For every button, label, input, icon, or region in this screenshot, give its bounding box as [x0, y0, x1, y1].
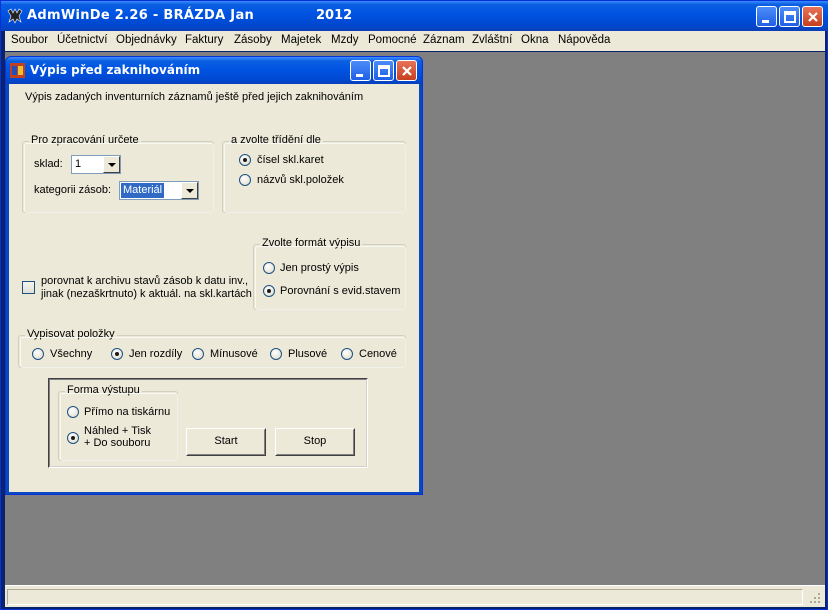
- output-option-2-line-1: Náhled + Tisk: [84, 425, 151, 437]
- menu-okna[interactable]: Okna: [521, 34, 549, 46]
- items-price-radio[interactable]: [341, 348, 353, 360]
- compare-evid-radio[interactable]: [263, 285, 275, 297]
- menu-faktury[interactable]: Faktury: [185, 34, 223, 46]
- sklad-combo[interactable]: 1: [71, 155, 121, 174]
- maximize-button[interactable]: [779, 6, 800, 27]
- menu-pomocne[interactable]: Pomocné: [368, 34, 417, 46]
- sort-by-item-name-radio[interactable]: [239, 174, 251, 186]
- compare-label-line-1: porovnat k archivu stavů zásob k datu in…: [41, 275, 249, 287]
- output-option-2-line-2: + Do souboru: [84, 437, 151, 449]
- compare-archive-checkbox[interactable]: [22, 281, 35, 294]
- start-button[interactable]: Start: [186, 428, 266, 456]
- menu-zasoby[interactable]: Zásoby: [234, 34, 272, 46]
- window-app-icon[interactable]: [10, 63, 25, 78]
- sort-group-title: a zvolte třídění dle: [229, 134, 323, 146]
- output-group-title: Forma výstupu: [65, 384, 142, 396]
- menu-zvlastni[interactable]: Zvláštní: [472, 34, 512, 46]
- stop-button[interactable]: Stop: [275, 428, 355, 456]
- output-panel: Forma výstupu Přímo na tiskárnu Náhled +…: [48, 378, 368, 468]
- dialog-client-area: Výpis zadaných inventurních záznamů ješt…: [9, 84, 419, 492]
- child-title-bar[interactable]: Výpis před zaknihováním: [6, 57, 422, 84]
- items-differences-radio[interactable]: [111, 348, 123, 360]
- menu-bar: Soubor Účetnictví Objednávky Faktury Zás…: [5, 31, 825, 51]
- output-preview-radio[interactable]: [67, 432, 79, 444]
- chevron-down-icon[interactable]: [103, 156, 120, 173]
- output-groupbox: Forma výstupu Přímo na tiskárnu Náhled +…: [58, 384, 178, 461]
- sort-groupbox: a zvolte třídění dle čísel skl.karet náz…: [222, 134, 406, 213]
- menu-ucetnictvi[interactable]: Účetnictví: [57, 34, 108, 46]
- child-window-title: Výpis před zaknihováním: [30, 63, 201, 77]
- items-option-all-label: Všechny: [50, 348, 93, 360]
- format-option-1-label: Jen prostý výpis: [280, 262, 359, 274]
- sort-option-1-label: čísel skl.karet: [257, 154, 324, 166]
- sklad-value: 1: [75, 158, 82, 170]
- menu-mzdy[interactable]: Mzdy: [331, 34, 358, 46]
- sklad-label: sklad:: [34, 158, 63, 170]
- status-panel: [7, 589, 803, 605]
- inventory-listing-window: Výpis před zaknihováním Výpis zadaných i…: [5, 56, 423, 495]
- processing-groupbox: Pro zpracování určete sklad: 1 kategorii…: [22, 134, 214, 213]
- menu-majetek[interactable]: Majetek: [281, 34, 321, 46]
- child-close-button[interactable]: [396, 60, 417, 81]
- menu-zaznam[interactable]: Záznam: [423, 34, 465, 46]
- items-all-radio[interactable]: [32, 348, 44, 360]
- output-printer-radio[interactable]: [67, 406, 79, 418]
- status-bar: [5, 585, 825, 607]
- items-plus-radio[interactable]: [270, 348, 282, 360]
- menu-soubor[interactable]: Soubor: [11, 34, 48, 46]
- items-groupbox: Vypisovat položky Všechny Jen rozdíly Mí…: [18, 328, 406, 368]
- kategorie-label: kategorii zásob:: [34, 184, 112, 196]
- sort-option-2-label: názvů skl.položek: [257, 174, 344, 186]
- main-window-year: 2012: [316, 8, 353, 23]
- compare-label-line-2: jinak (nezaškrtnuto) k aktuál. na skl.ka…: [41, 288, 252, 300]
- items-option-price-label: Cenové: [359, 348, 397, 360]
- format-group-title: Zvolte formát výpisu: [260, 237, 363, 249]
- main-title-bar[interactable]: AdmWinDe 2.26 - BRÁZDA Jan 2012: [1, 1, 828, 31]
- format-groupbox: Zvolte formát výpisu Jen prostý výpis Po…: [253, 237, 406, 310]
- menu-napoveda[interactable]: Nápověda: [558, 34, 610, 46]
- sort-by-card-number-radio[interactable]: [239, 154, 251, 166]
- admwinde-app-icon[interactable]: [7, 8, 23, 24]
- items-group-title: Vypisovat položky: [25, 328, 117, 340]
- processing-group-title: Pro zpracování určete: [29, 134, 141, 146]
- menu-objednavky[interactable]: Objednávky: [116, 34, 177, 46]
- items-option-differences-label: Jen rozdíly: [129, 348, 183, 360]
- items-option-minus-label: Mínusové: [210, 348, 258, 360]
- kategorie-value: Materiál: [121, 183, 165, 198]
- child-minimize-button[interactable]: [350, 60, 371, 81]
- kategorie-combo[interactable]: Materiál: [119, 181, 199, 200]
- main-window-title: AdmWinDe 2.26 - BRÁZDA Jan: [27, 8, 255, 23]
- minimize-button[interactable]: [756, 6, 777, 27]
- plain-listing-radio[interactable]: [263, 262, 275, 274]
- dialog-description: Výpis zadaných inventurních záznamů ješt…: [25, 91, 364, 103]
- main-window: AdmWinDe 2.26 - BRÁZDA Jan 2012 Soubor Ú…: [0, 0, 828, 610]
- output-option-1-label: Přímo na tiskárnu: [84, 406, 171, 418]
- close-button[interactable]: [802, 6, 823, 27]
- resize-grip-icon[interactable]: [809, 592, 821, 604]
- child-maximize-button[interactable]: [373, 60, 394, 81]
- items-minus-radio[interactable]: [192, 348, 204, 360]
- items-option-plus-label: Plusové: [288, 348, 328, 360]
- chevron-down-icon[interactable]: [181, 182, 198, 199]
- format-option-2-label: Porovnání s evid.stavem: [280, 285, 401, 297]
